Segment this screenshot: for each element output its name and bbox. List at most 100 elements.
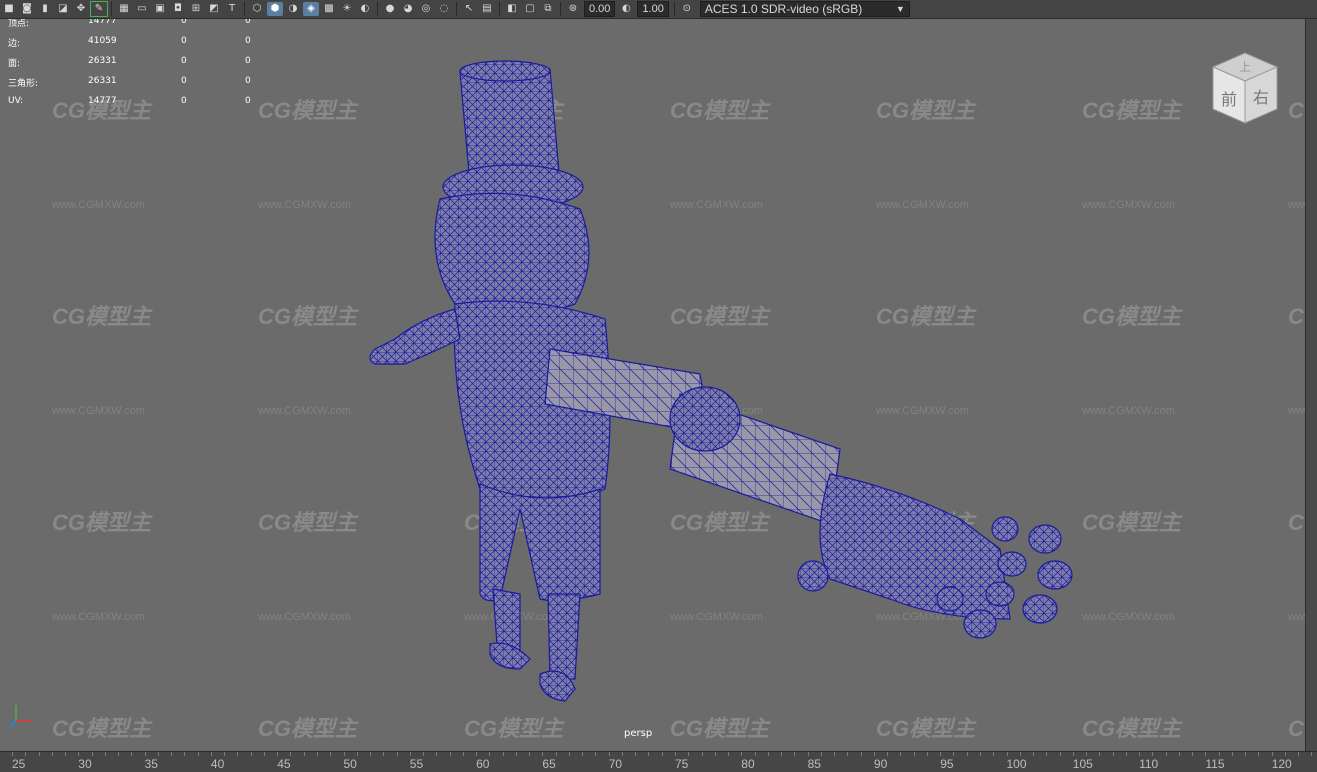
- grid-icon[interactable]: ▦: [116, 2, 132, 16]
- view-cube[interactable]: 上 前 右: [1205, 45, 1285, 131]
- bookmark-icon[interactable]: ▮: [37, 2, 53, 16]
- timeline-tick-label: 95: [940, 757, 954, 771]
- xray-icon[interactable]: ▤: [479, 2, 495, 16]
- timeline-tick: [648, 752, 650, 756]
- gate-mask-icon[interactable]: ◘: [170, 2, 186, 16]
- timeline-tick: [1311, 752, 1313, 756]
- anti-aliasing-icon[interactable]: ◎: [418, 2, 434, 16]
- hud-v1: 26331: [88, 56, 117, 66]
- depth-of-field-icon[interactable]: ◌: [436, 2, 452, 16]
- timeline-tick-label: 45: [277, 757, 291, 771]
- timeline-tick: [1178, 752, 1180, 756]
- hud-v3: 0: [245, 19, 251, 26]
- timeline-tick: [1006, 752, 1008, 756]
- timeline-tick: [449, 752, 451, 756]
- grid-2d-icon[interactable]: ✥: [73, 2, 89, 16]
- timeline-tick: [661, 752, 663, 756]
- safe-action-icon[interactable]: ◩: [206, 2, 222, 16]
- motion-blur-icon[interactable]: ◕: [400, 2, 416, 16]
- timeline-tick: [741, 752, 743, 756]
- timeline-tick: [754, 752, 756, 756]
- resolution-gate-icon[interactable]: ▣: [152, 2, 168, 16]
- hud-label: 边:: [8, 39, 21, 49]
- gamma-field[interactable]: 1.00: [637, 1, 669, 17]
- film-gate-icon[interactable]: ▭: [134, 2, 150, 16]
- timeline-tick: [303, 752, 305, 756]
- timeline-tick: [1086, 752, 1088, 756]
- hud-v2: 0: [181, 56, 187, 66]
- timeline-tick-label: 35: [144, 757, 158, 771]
- time-slider[interactable]: 25 30 35 40 45 50 55 60 65 70 75 80 85 90 95 100 105 110 1…: [0, 751, 1317, 772]
- toolbar-divider: [111, 2, 112, 16]
- hud-label: UV:: [8, 96, 24, 106]
- timeline-tick: [728, 752, 730, 756]
- timeline-tick: [65, 752, 67, 756]
- frame-all-icon[interactable]: ⧉: [540, 2, 556, 16]
- color-management-icon[interactable]: ⊙: [679, 2, 695, 16]
- color-space-select[interactable]: ACES 1.0 SDR-video (sRGB) ▼: [699, 1, 910, 17]
- use-lights-icon[interactable]: ☀: [339, 2, 355, 16]
- timeline-tick: [12, 752, 13, 756]
- smooth-shade-icon[interactable]: ⬢: [267, 2, 283, 16]
- hud-v1: 14777: [88, 96, 117, 106]
- timeline-tick: [1125, 752, 1127, 756]
- safe-title-icon[interactable]: T: [224, 2, 240, 16]
- timeline-tick: [409, 752, 411, 756]
- timeline-tick: [25, 752, 27, 756]
- timeline-tick-label: 40: [210, 757, 225, 771]
- 3d-viewport[interactable]: CG模型主CG模型主CG模型主CG模型主CG模型主CG模型主CG模型主CG模型主…: [0, 19, 1305, 751]
- timeline-tick: [1033, 752, 1035, 756]
- backface-icon[interactable]: ▢: [522, 2, 538, 16]
- timeline-tick: [1019, 752, 1021, 756]
- toolbar-divider: [499, 2, 500, 16]
- timeline-tick: [290, 752, 292, 756]
- viewcube-top-label: 上: [1239, 60, 1251, 74]
- timeline-tick: [515, 752, 517, 756]
- grease-pencil-icon[interactable]: ✎: [90, 1, 108, 17]
- camera-attr-icon[interactable]: ◙: [19, 2, 35, 16]
- timeline-tick: [1099, 752, 1101, 756]
- timeline-tick-label: 115: [1205, 757, 1225, 771]
- default-material-icon[interactable]: ◑: [285, 2, 301, 16]
- shadows-icon[interactable]: ◐: [357, 2, 373, 16]
- image-plane-icon[interactable]: ◪: [55, 2, 71, 16]
- exposure-icon[interactable]: ⊛: [565, 2, 581, 16]
- timeline-tick: [1046, 752, 1048, 756]
- exposure-field[interactable]: 0.00: [584, 1, 616, 17]
- timeline-tick-label: 100: [1006, 757, 1027, 771]
- timeline-tick: [979, 752, 981, 756]
- timeline-tick-label: 50: [343, 757, 357, 771]
- wireframe-on-shaded-icon[interactable]: ◈: [303, 2, 319, 16]
- timeline-tick: [423, 752, 425, 756]
- hud-label: 顶点:: [8, 19, 30, 29]
- textured-icon[interactable]: ▩: [321, 2, 337, 16]
- timeline-tick: [781, 752, 783, 756]
- timeline-tick: [1072, 752, 1074, 756]
- timeline-tick: [1271, 752, 1273, 756]
- toolbar-divider: [456, 2, 457, 16]
- timeline-tick: [582, 752, 584, 756]
- side-panel-strip: [1305, 19, 1317, 751]
- timeline-tick-label: 90: [873, 757, 888, 771]
- chevron-down-icon: ▼: [895, 4, 905, 14]
- timeline-tick: [1205, 752, 1207, 756]
- toolbar-divider: [673, 2, 675, 16]
- field-chart-icon[interactable]: ⊞: [188, 2, 204, 16]
- timeline-tick: [277, 752, 279, 756]
- axis-gizmo: [8, 705, 32, 728]
- timeline-tick: [1152, 752, 1154, 756]
- isolate-select-icon[interactable]: ↖: [461, 2, 477, 16]
- timeline-tick: [635, 752, 637, 756]
- frog-model-wireframe[interactable]: [0, 19, 1305, 751]
- timeline-tick: [834, 752, 836, 756]
- gamma-icon[interactable]: ◐: [618, 2, 634, 16]
- timeline-tick: [370, 752, 372, 756]
- timeline-tick: [1192, 752, 1194, 756]
- timeline-tick: [210, 752, 212, 756]
- xray-joints-icon[interactable]: ◧: [504, 2, 520, 16]
- timeline-tick: [820, 752, 822, 756]
- wireframe-icon[interactable]: ⬡: [249, 2, 265, 16]
- ambient-occlusion-icon[interactable]: ●: [382, 2, 398, 16]
- timeline-tick: [608, 752, 610, 756]
- camera-icon[interactable]: ■: [1, 2, 17, 16]
